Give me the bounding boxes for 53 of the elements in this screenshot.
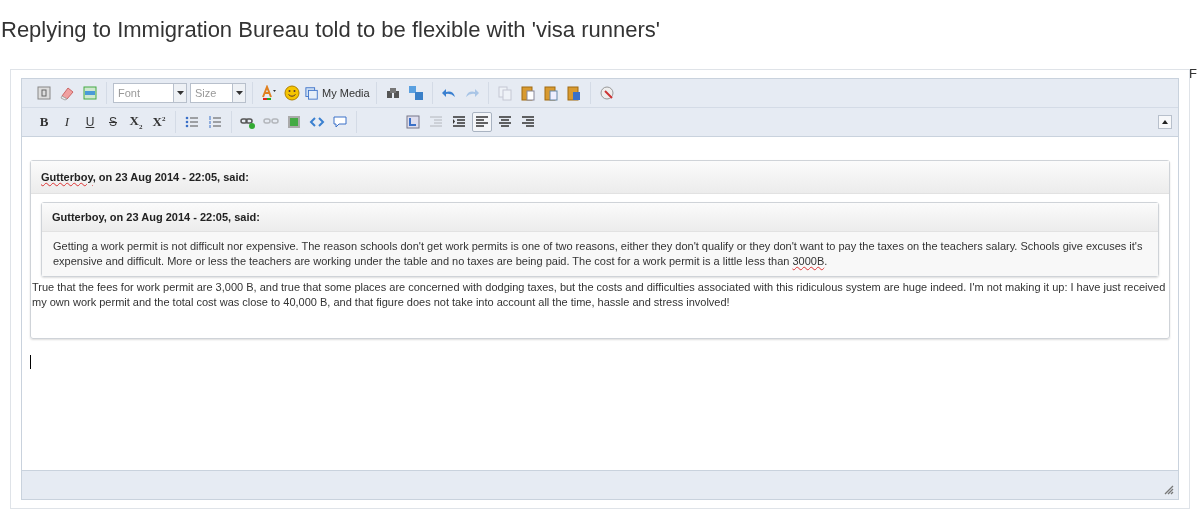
smiley-button[interactable] [282, 83, 302, 103]
indent-icon [451, 114, 467, 130]
text-direction-icon [405, 114, 421, 130]
text-color-button[interactable] [259, 83, 279, 103]
bulleted-list-icon [184, 114, 200, 130]
dropdown-arrow-icon [176, 91, 184, 95]
format-button[interactable]: U [80, 112, 100, 132]
caret-up-icon [1162, 120, 1168, 124]
format-button[interactable]: B [34, 112, 54, 132]
template-button[interactable] [80, 83, 100, 103]
media-button[interactable]: My Media [305, 86, 370, 100]
source-button[interactable] [34, 83, 54, 103]
text-direction-button[interactable] [403, 112, 423, 132]
resize-grip-icon[interactable] [1164, 485, 1174, 495]
dropdown-button[interactable] [173, 83, 187, 103]
cut-off-text: F [1189, 66, 1197, 81]
speech-bubble-icon [332, 114, 348, 130]
collapse-button[interactable] [1158, 115, 1172, 129]
reply-text: True that the fees for work permit are 3,000 B, and true that some places are concerned with dodging taxes, but the costs and difficulties associated with this ridiculous system are huge indeed. I'm not making it up: I have just received my own work permit and the total cost was close to 40,000 B, and that figure does not take into account all the time, hassle and stress involved! [31, 280, 1167, 310]
align-left-button[interactable] [472, 112, 492, 132]
format-button[interactable]: X$^{2}$ [149, 112, 169, 132]
dropdown-button[interactable] [232, 83, 246, 103]
smiley-icon [284, 85, 300, 101]
copy-icon [496, 85, 513, 101]
format-button[interactable]: X$_{2}$ [126, 112, 146, 132]
dropdown-field[interactable]: Size [190, 83, 232, 103]
text-cursor [30, 355, 31, 369]
format-button[interactable]: S [103, 112, 123, 132]
editor-content[interactable] [22, 136, 1178, 471]
clipboard-icon [565, 85, 582, 101]
text-color-icon [261, 85, 277, 101]
numbered-list-icon [207, 114, 223, 130]
clipboard-icon [542, 85, 559, 101]
align-left-icon [474, 114, 490, 130]
format-button[interactable]: I [57, 112, 77, 132]
dropdown-field[interactable]: Font [113, 83, 173, 103]
image-icon [286, 114, 302, 130]
source-icon [36, 85, 52, 101]
dropdown-arrow-icon [235, 91, 243, 95]
outdent-icon [428, 114, 444, 130]
align-right-icon [520, 114, 536, 130]
media-icon [305, 86, 319, 100]
binoculars-icon [384, 85, 401, 101]
clipboard-icon [519, 85, 536, 101]
align-center-icon [497, 114, 513, 130]
template-icon [82, 85, 98, 101]
quote-header: Gutterboy, on 23 Aug 2014 - 22:05, said: [31, 161, 1169, 194]
spellcheck-icon [598, 85, 615, 101]
eraser-icon [59, 85, 75, 101]
page-title: Replying to Immigration Bureau told to be flexible with 'visa runners' [0, 16, 661, 44]
quote-text: Getting a work permit is not difficult nor expensive. The reason schools don't get work permits is one of two reasons, either they don't qualify or they don't want to pay the taxes on the teachers salary. Schools give excuses it's expensive and difficult. More or less the teachers are working under the table and no taxes are being paid. The cost for a work permit is a little less than 3000B. [42, 232, 1158, 276]
quote-header: Gutterboy, on 23 Aug 2014 - 22:05, said: [42, 203, 1158, 232]
find-replace-icon [407, 85, 424, 101]
